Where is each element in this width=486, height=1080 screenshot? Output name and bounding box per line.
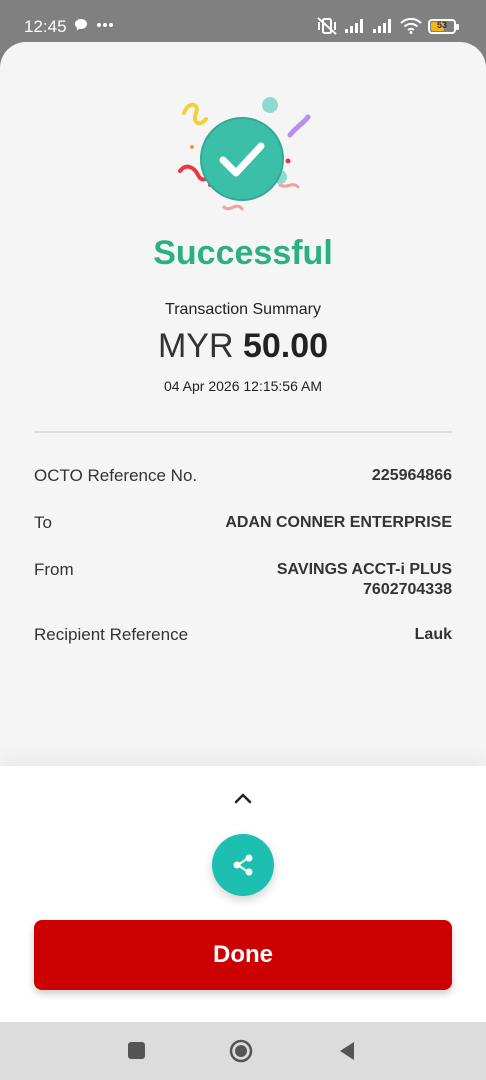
divider — [34, 431, 452, 433]
detail-value-line: 7602704338 — [363, 581, 452, 598]
detail-value-line: SAVINGS ACCT-i PLUS — [276, 561, 452, 578]
amount-currency: MYR — [157, 327, 234, 365]
detail-row-from: From SAVINGS ACCT-i PLUS 7602704338 — [34, 560, 452, 600]
detail-row-to: To ADAN CONNER ENTERPRISE — [34, 513, 452, 533]
detail-value: SAVINGS ACCT-i PLUS 7602704338 — [277, 560, 452, 600]
amount-value: 50.00 — [242, 327, 329, 365]
receipt-sheet: Successful Transaction Summary MYR 50.00… — [0, 42, 486, 1022]
transaction-datetime: 04 Apr 2026 12:15:56 AM — [163, 378, 322, 394]
battery-level: 53 — [436, 19, 447, 30]
wifi-icon — [400, 18, 422, 34]
done-button[interactable]: Done — [34, 920, 452, 990]
share-button[interactable] — [212, 834, 274, 896]
status-right-icons: 53 — [316, 16, 459, 36]
signal-strength-icon — [373, 19, 391, 33]
recent-apps-icon[interactable] — [128, 1042, 145, 1059]
mute-vibrate-icon — [317, 17, 337, 35]
detail-row-recipient-reference: Recipient Reference Lauk — [34, 625, 452, 645]
chat-bubble-icon — [75, 19, 87, 31]
detail-value: 225964866 — [372, 466, 452, 486]
detail-value: ADAN CONNER ENTERPRISE — [225, 513, 452, 533]
system-navigation-bar — [0, 1022, 486, 1080]
detail-value-line: Lauk — [414, 626, 452, 643]
chevron-up-icon[interactable] — [233, 791, 253, 805]
battery-nub — [456, 23, 459, 30]
status-time: 12:45 — [24, 17, 67, 36]
transaction-summary-label: Transaction Summary — [165, 301, 321, 318]
more-notifications-icon — [97, 23, 113, 27]
back-icon[interactable] — [338, 1040, 356, 1062]
share-icon — [233, 854, 253, 876]
success-confetti-icon — [178, 97, 311, 211]
status-left-icons — [74, 18, 114, 32]
battery-icon: 53 — [428, 18, 459, 34]
detail-label: OCTO Reference No. — [34, 466, 198, 485]
detail-row-reference: OCTO Reference No. 225964866 — [34, 466, 452, 486]
detail-value-line: ADAN CONNER ENTERPRISE — [225, 514, 452, 531]
detail-value: Lauk — [415, 625, 452, 645]
detail-label: From — [34, 560, 74, 579]
detail-value-line: 225964866 — [371, 467, 452, 484]
detail-label: To — [34, 513, 52, 532]
detail-label: Recipient Reference — [34, 625, 189, 644]
action-panel: Done — [0, 766, 486, 1022]
home-icon[interactable] — [229, 1039, 253, 1063]
transaction-amount: MYR 50.00 — [0, 327, 486, 366]
signal-strength-icon — [345, 19, 363, 33]
status-title: Successful — [153, 234, 333, 272]
